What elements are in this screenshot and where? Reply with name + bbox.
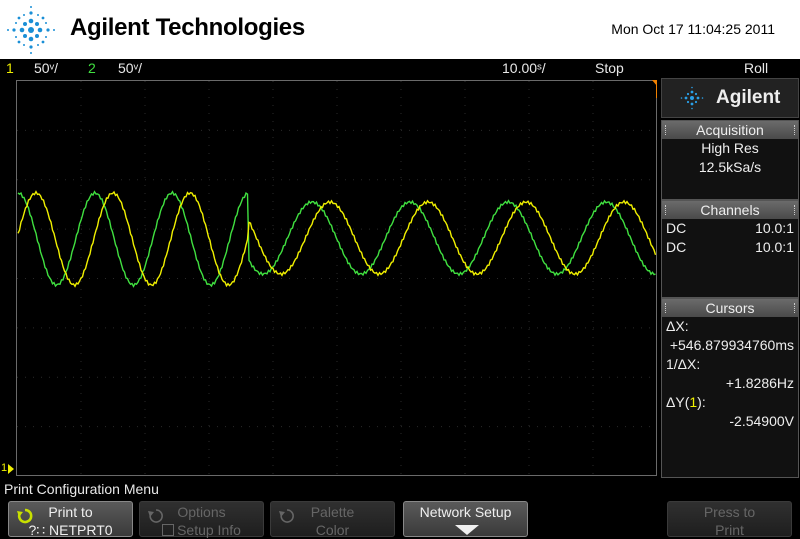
delta-y-label: ΔY(1): xyxy=(666,394,706,410)
channel-2-probe: 10.0:1 xyxy=(755,239,794,255)
print-to-label: Print to xyxy=(48,504,93,520)
agilent-spark-logo-icon xyxy=(7,6,55,54)
press-to-print-sublabel: Print xyxy=(715,522,744,538)
options-label: Options xyxy=(177,504,226,520)
delta-x-label: ΔX: xyxy=(666,318,689,334)
delta-x-value: +546.879934760ms xyxy=(669,337,794,353)
channels-title: Channels xyxy=(662,201,798,219)
network-setup-softkey[interactable]: Network Setup xyxy=(403,501,528,537)
channel-1-probe: 10.0:1 xyxy=(755,220,794,236)
waveform-display[interactable]: 1 xyxy=(0,78,659,480)
run-state: Stop xyxy=(595,60,624,76)
press-to-print-softkey[interactable]: Press to Print xyxy=(667,501,792,538)
inverse-delta-x-label: 1/ΔX: xyxy=(666,356,701,372)
acquisition-box[interactable]: Acquisition High Res 12.5kSa/s xyxy=(661,120,799,200)
options-softkey[interactable]: Options Setup Info xyxy=(139,501,264,538)
acquisition-title: Acquisition xyxy=(662,121,798,139)
setup-info-checkbox[interactable] xyxy=(162,524,175,536)
menu-title: Print Configuration Menu xyxy=(0,480,800,498)
brand-title: Agilent Technologies xyxy=(70,14,305,41)
graticule[interactable]: 1 xyxy=(0,78,659,480)
datetime-display: Mon Oct 17 11:04:25 2011 xyxy=(611,21,775,37)
ch2-scale[interactable]: 50ᵛ/ xyxy=(118,60,142,76)
softkey-bar: Print to ?∷ NETPRT0 Options Setup Info P… xyxy=(0,498,800,539)
print-destination-value: ?∷ NETPRT0 xyxy=(28,522,113,538)
submenu-arrow-down-icon xyxy=(455,525,479,535)
trigger-mode: Roll xyxy=(744,60,769,76)
sample-rate: 12.5kSa/s xyxy=(698,159,762,175)
palette-softkey[interactable]: Palette Color xyxy=(270,501,395,538)
cursors-box[interactable]: Cursors ΔX: +546.879934760ms 1/ΔX: +1.82… xyxy=(661,298,799,478)
palette-value: Color xyxy=(315,522,350,538)
channel-2-row: DC 10.0:1 xyxy=(662,238,798,257)
cursors-title: Cursors xyxy=(662,299,798,317)
spark-icon xyxy=(680,86,704,110)
ground-reference-marker[interactable]: 1 xyxy=(1,462,7,474)
print-to-softkey[interactable]: Print to ?∷ NETPRT0 xyxy=(8,501,133,538)
channel-1-coupling: DC xyxy=(666,220,687,236)
delta-y-value: -2.54900V xyxy=(729,413,794,429)
press-to-print-label: Press to xyxy=(703,504,756,520)
timebase-scale[interactable]: 10.00ˢ/ xyxy=(502,60,546,76)
network-setup-label: Network Setup xyxy=(419,504,512,520)
panel-logo-text: Agilent xyxy=(716,87,781,108)
palette-label: Palette xyxy=(310,504,355,520)
ch2-number[interactable]: 2 xyxy=(88,60,96,76)
status-bar: 1 50ᵛ/ 2 50ᵛ/ 10.00ˢ/ Stop Roll xyxy=(0,59,800,78)
inverse-delta-x-value: +1.8286Hz xyxy=(725,375,794,391)
info-panel: Agilent Acquisition High Res 12.5kSa/s C… xyxy=(659,78,800,480)
panel-logo: Agilent xyxy=(661,78,799,118)
acquisition-mode: High Res xyxy=(701,140,759,156)
channel-2-coupling: DC xyxy=(666,239,687,255)
ch1-scale[interactable]: 50ᵛ/ xyxy=(34,60,58,76)
setup-info-option: Setup Info xyxy=(140,522,263,538)
ch1-number[interactable]: 1 xyxy=(6,60,14,76)
header-bar: Agilent Technologies Mon Oct 17 11:04:25… xyxy=(0,0,800,59)
channel-1-row: DC 10.0:1 xyxy=(662,219,798,238)
channels-box[interactable]: Channels DC 10.0:1 DC 10.0:1 xyxy=(661,200,799,298)
